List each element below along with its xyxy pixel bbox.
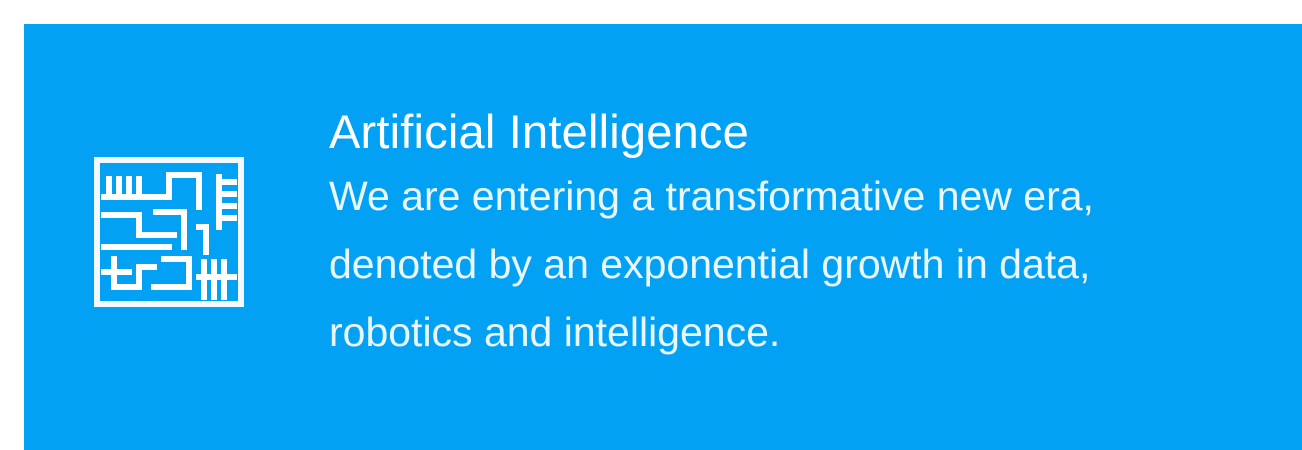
card-description: We are entering a transformative new era…: [329, 162, 1289, 366]
card-text: Artificial Intelligence We are entering …: [329, 102, 1289, 366]
card-title: Artificial Intelligence: [329, 105, 749, 158]
description-line-3: robotics and intelligence.: [329, 309, 781, 355]
description-line-2: denoted by an exponential growth in data…: [329, 241, 1091, 287]
description-line-1: We are entering a transformative new era…: [329, 173, 1094, 219]
ai-feature-card: Artificial Intelligence We are entering …: [24, 24, 1302, 450]
circuit-board-icon: [94, 157, 244, 307]
